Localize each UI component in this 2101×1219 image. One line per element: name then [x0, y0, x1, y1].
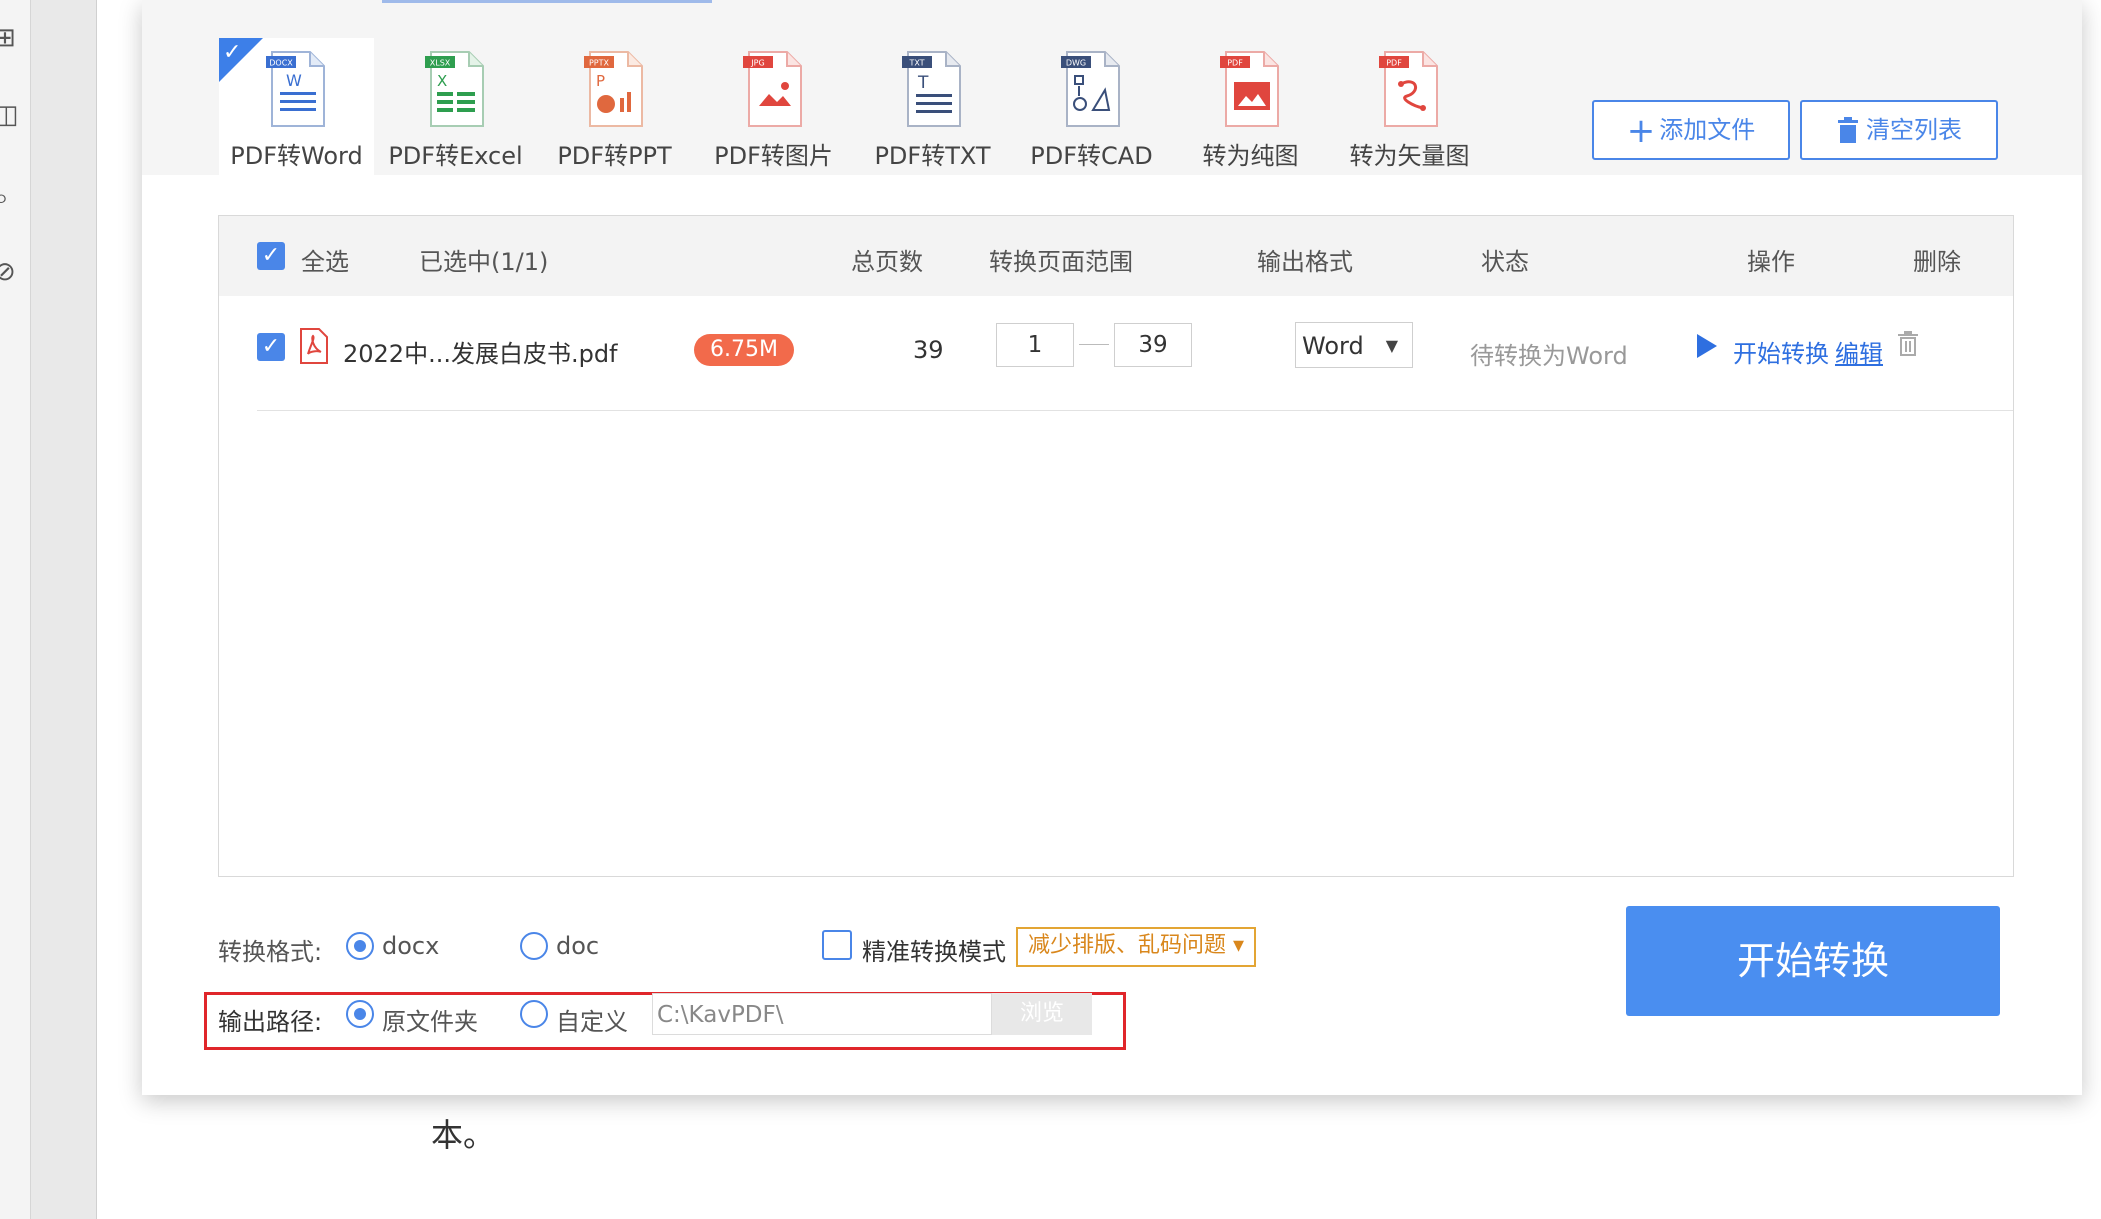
tool-label: PDF转TXT	[874, 142, 991, 170]
svg-text:PDF: PDF	[1386, 59, 1402, 68]
check-icon: ✓	[223, 40, 242, 65]
svg-text:W: W	[286, 71, 302, 90]
convert-format-label: 转换格式:	[218, 938, 323, 966]
precise-mode-hint: 减少排版、乱码问题	[1028, 933, 1227, 958]
path-source-folder-label[interactable]: 原文件夹	[382, 1002, 478, 1037]
search-icon[interactable]: ⌕	[0, 185, 14, 211]
tool-label: PDF转PPT	[557, 142, 672, 170]
header-output-format: 输出格式	[1257, 248, 1353, 276]
excel-file-icon: XLSX X	[424, 51, 484, 127]
row-checkbox[interactable]: ✓	[257, 333, 285, 361]
vector-file-icon: PDF	[1378, 51, 1438, 127]
svg-text:DWG: DWG	[1065, 59, 1085, 68]
svg-text:JPG: JPG	[750, 59, 764, 68]
pdf-convert-dialog: ✓ DOCX W PDF转Word XLSX X PDF转Excel PPTX …	[142, 0, 2082, 1095]
format-doc-label[interactable]: doc	[556, 932, 599, 960]
precise-mode-hint-dropdown[interactable]: 减少排版、乱码问题 ▾	[1016, 927, 1257, 967]
tool-label: PDF转图片	[714, 142, 833, 170]
file-size-badge: 6.75M	[694, 334, 794, 366]
tool-to-vector-image[interactable]: PDF 转为矢量图	[1332, 38, 1487, 175]
tool-label: PDF转CAD	[1030, 142, 1153, 170]
header-page-range: 转换页面范围	[989, 248, 1133, 276]
left-rail: ⊞ ◫ ⌕ ⊘	[0, 0, 31, 1219]
selected-count: 已选中(1/1)	[419, 248, 549, 276]
format-docx-label[interactable]: docx	[382, 932, 439, 960]
format-doc-radio[interactable]	[520, 932, 548, 960]
add-files-button[interactable]: + 添加文件	[1592, 100, 1790, 160]
svg-text:TXT: TXT	[908, 59, 924, 68]
tool-label: 转为矢量图	[1349, 142, 1470, 170]
delete-icon[interactable]	[1897, 330, 1919, 356]
format-docx-radio[interactable]	[346, 932, 374, 960]
select-all-checkbox[interactable]: ✓	[257, 242, 285, 270]
tool-label: 转为纯图	[1202, 142, 1299, 170]
bookmark-icon[interactable]: ◫	[0, 102, 19, 128]
tool-pdf-to-word[interactable]: ✓ DOCX W PDF转Word	[219, 38, 374, 175]
svg-text:P: P	[596, 72, 605, 90]
tool-to-plain-image[interactable]: PDF 转为纯图	[1173, 38, 1328, 175]
add-files-label: 添加文件	[1659, 116, 1756, 144]
file-table: ✓ 全选 已选中(1/1) 总页数 转换页面范围 输出格式 状态 操作 删除 ✓…	[218, 215, 2014, 877]
clear-list-button[interactable]: 清空列表	[1800, 100, 1998, 160]
header-total-pages: 总页数	[851, 248, 923, 276]
tool-label: PDF转Word	[230, 142, 363, 170]
table-header: ✓ 全选 已选中(1/1) 总页数 转换页面范围 输出格式 状态 操作 删除	[219, 216, 2013, 296]
tool-pdf-to-image[interactable]: JPG PDF转图片	[696, 38, 851, 175]
tool-pdf-to-ppt[interactable]: PPTX P PDF转PPT	[537, 38, 692, 175]
tool-pdf-to-excel[interactable]: XLSX X PDF转Excel	[378, 38, 533, 175]
file-name: 2022中...发展白皮书.pdf	[343, 340, 618, 368]
output-path-input[interactable]: C:\KavPDF\	[652, 993, 992, 1035]
precise-mode-label[interactable]: 精准转换模式	[862, 932, 1006, 967]
output-format-select[interactable]: Word ▼	[1295, 322, 1413, 368]
svg-text:XLSX: XLSX	[429, 59, 450, 68]
trash-icon	[1838, 117, 1858, 143]
total-pages-value: 39	[913, 336, 944, 364]
svg-text:X: X	[437, 72, 447, 90]
tab-indicator	[382, 0, 712, 3]
word-file-icon: DOCX W	[265, 51, 325, 127]
play-icon[interactable]	[1697, 334, 1717, 358]
document-faded-text: ▁ ▂ ▁ ▂ ▁ ▁ ▂ ▁ ▂ ▁ ▂ ▁ ▁ ▂ ▁ ▂ ▁ ▂ ▁ ▂ …	[477, 1195, 1618, 1219]
cad-file-icon: DWG	[1060, 51, 1120, 127]
ppt-file-icon: PPTX P	[583, 51, 643, 127]
table-row: ✓ 2022中...发展白皮书.pdf 6.75M 39 1 39 Word ▼…	[257, 296, 2013, 411]
edit-link[interactable]: 编辑	[1835, 334, 1883, 369]
document-text: 本。	[431, 1116, 496, 1154]
svg-text:PDF: PDF	[1227, 59, 1243, 68]
plus-icon: +	[1626, 111, 1656, 151]
tool-pdf-to-cad[interactable]: DWG PDF转CAD	[1014, 38, 1169, 175]
path-source-folder-radio[interactable]	[346, 1000, 374, 1028]
conversion-type-toolbar: ✓ DOCX W PDF转Word XLSX X PDF转Excel PPTX …	[142, 0, 2082, 175]
image-file-icon: JPG	[742, 51, 802, 127]
start-convert-link[interactable]: 开始转换	[1733, 334, 1829, 369]
start-convert-button[interactable]: 开始转换	[1626, 906, 2000, 1016]
clear-list-label: 清空列表	[1866, 116, 1962, 144]
range-separator	[1079, 344, 1109, 345]
range-to-input[interactable]: 39	[1114, 323, 1192, 367]
tool-label: PDF转Excel	[388, 142, 523, 170]
plain-image-file-icon: PDF	[1219, 51, 1279, 127]
path-custom-label[interactable]: 自定义	[556, 1002, 628, 1037]
header-actions: 操作	[1747, 248, 1795, 276]
svg-text:PPTX: PPTX	[588, 59, 609, 68]
link-icon[interactable]: ⊘	[0, 259, 16, 285]
browse-button[interactable]: 浏览	[992, 993, 1092, 1035]
txt-file-icon: TXT T	[901, 51, 961, 127]
path-custom-radio[interactable]	[520, 1000, 548, 1028]
tool-pdf-to-txt[interactable]: TXT T PDF转TXT	[855, 38, 1010, 175]
range-from-input[interactable]: 1	[996, 323, 1074, 367]
chevron-down-icon: ▾	[1233, 933, 1245, 958]
select-all-label: 全选	[301, 248, 349, 276]
svg-text:DOCX: DOCX	[269, 59, 293, 68]
precise-mode-checkbox[interactable]	[822, 930, 852, 960]
caret-down-icon: ▼	[1385, 336, 1398, 355]
pdf-file-icon	[300, 328, 328, 364]
header-status: 状态	[1481, 248, 1529, 276]
output-format-value: Word	[1302, 332, 1364, 360]
status-value: 待转换为Word	[1470, 342, 1628, 370]
header-delete: 删除	[1913, 248, 1961, 276]
output-path-label: 输出路径:	[218, 1008, 323, 1036]
thumbnail-icon[interactable]: ⊞	[0, 25, 16, 51]
svg-text:T: T	[917, 73, 929, 93]
